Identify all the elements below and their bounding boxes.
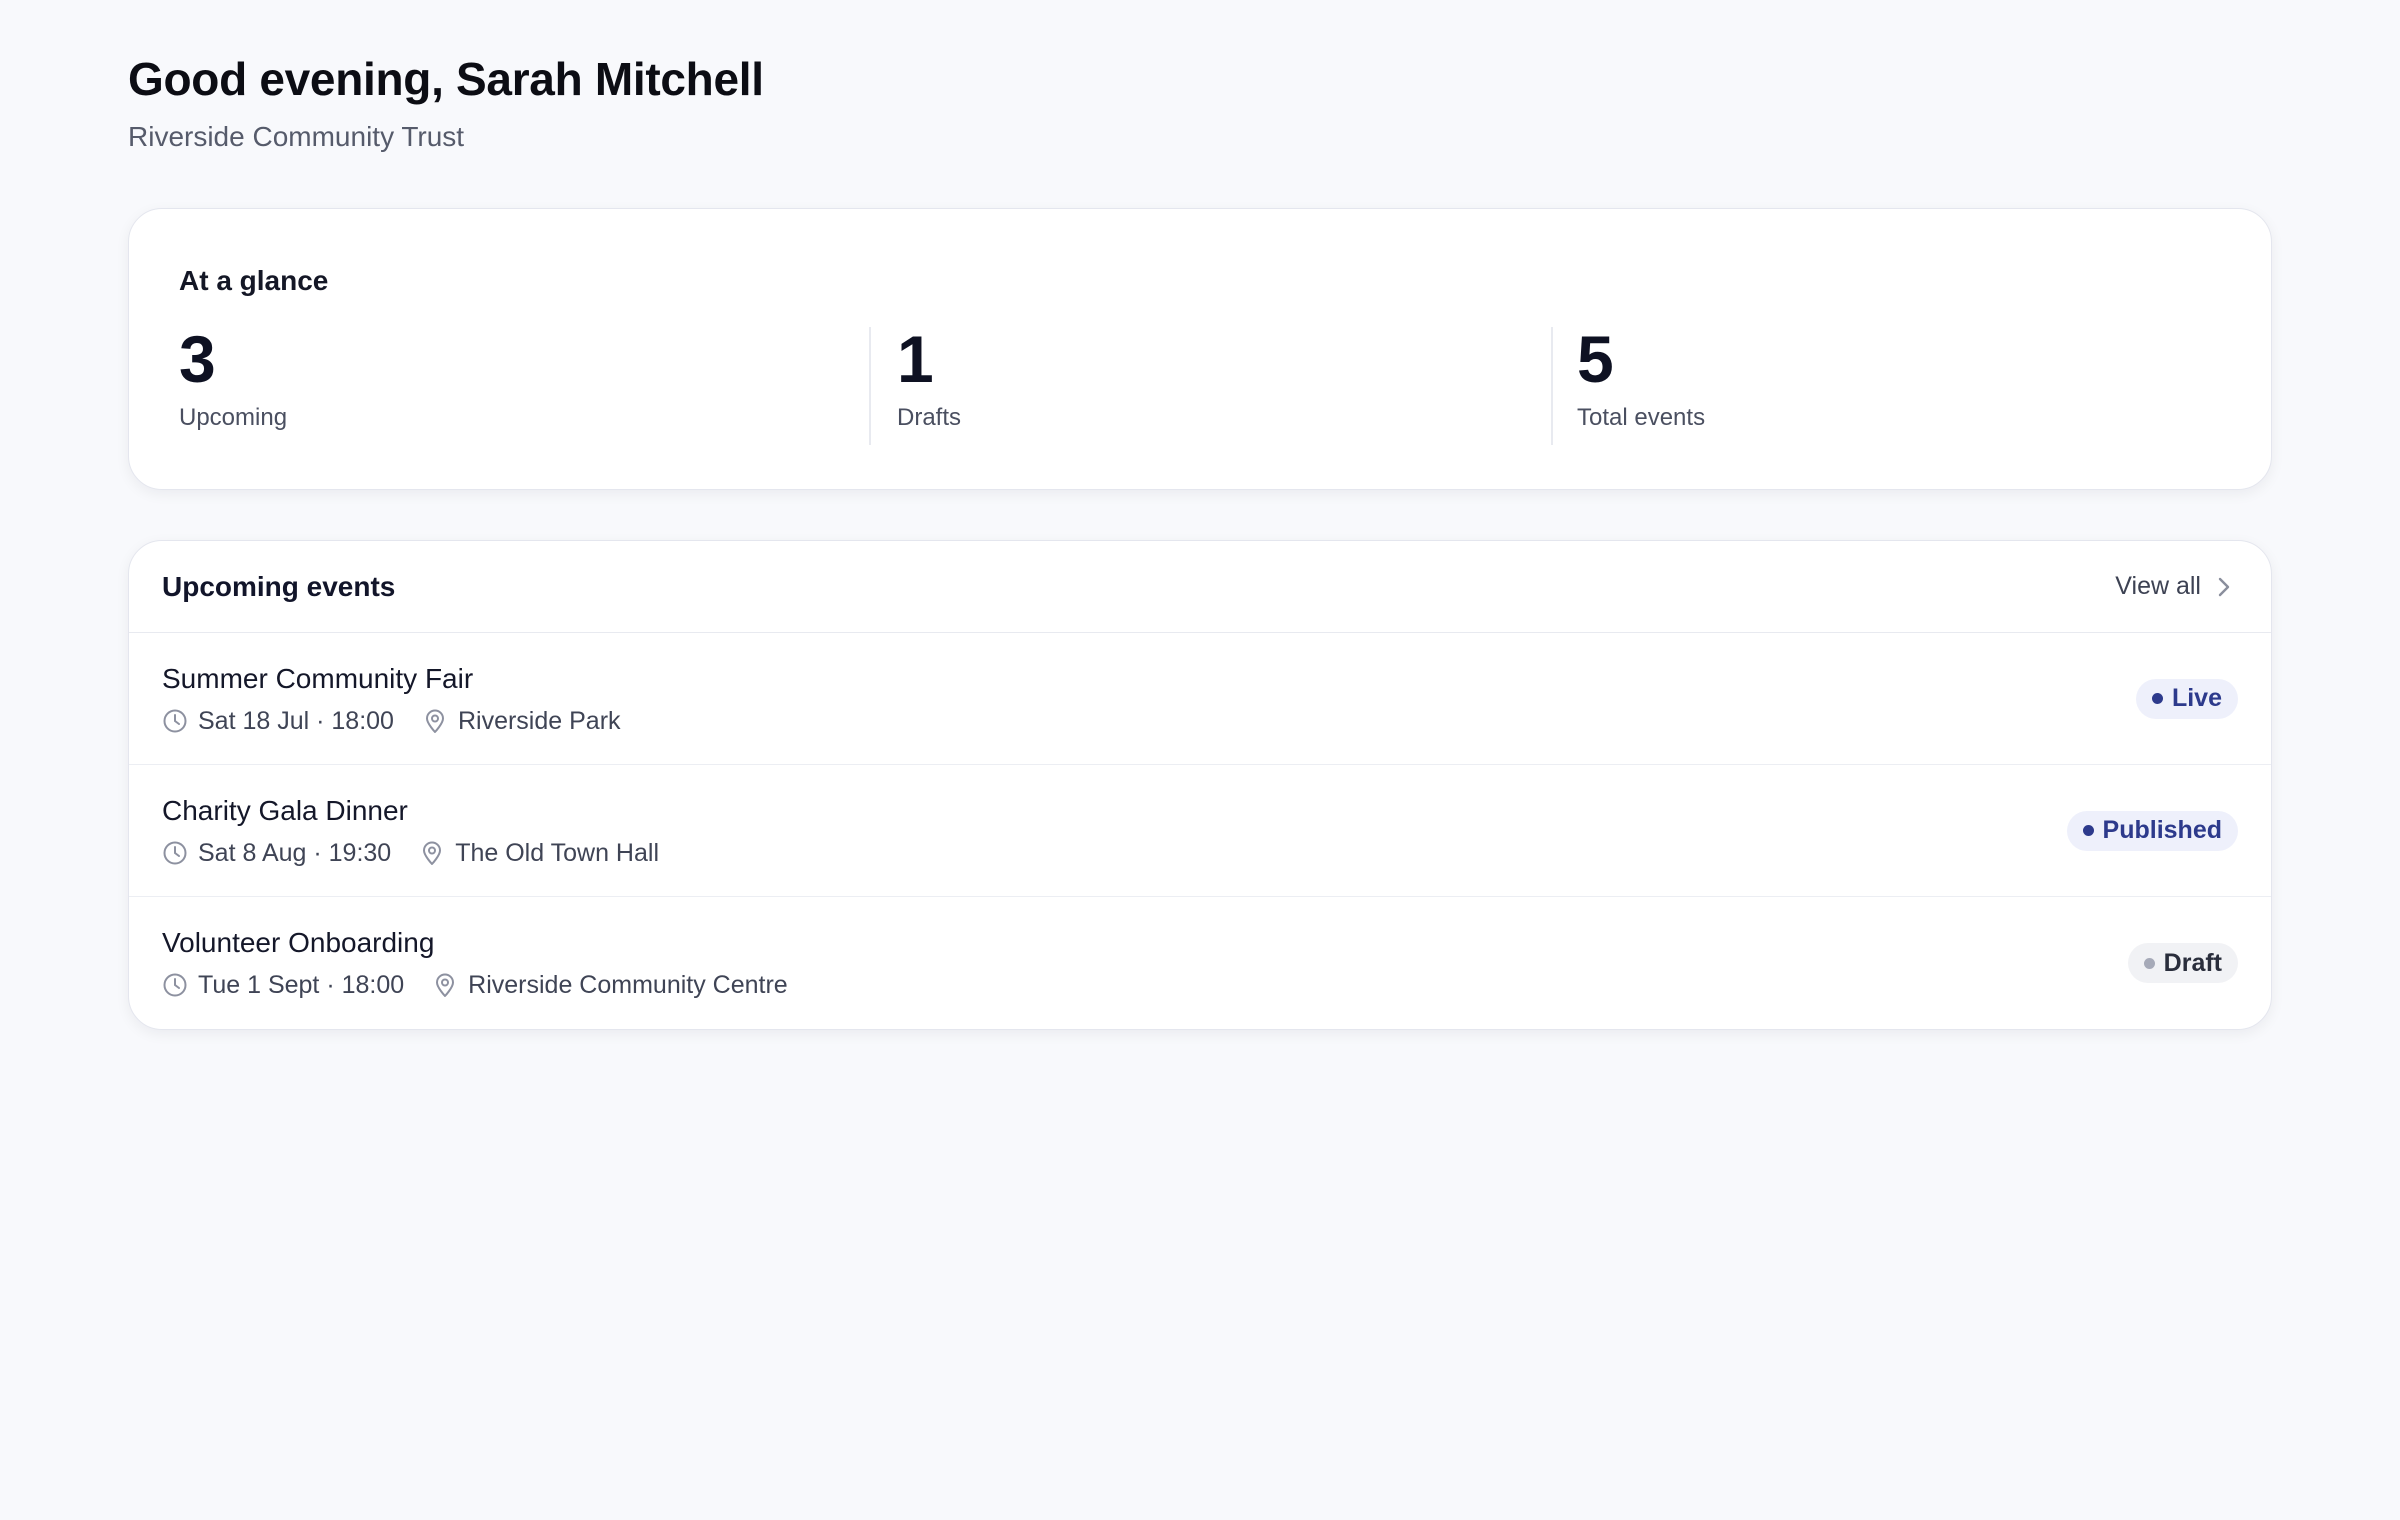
event-name: Charity Gala Dinner [162, 794, 408, 826]
event-location: Riverside Community Centre [432, 970, 788, 1000]
view-all-label: View all [2115, 572, 2201, 600]
upcoming-events-card: Upcoming events View all Summer Communit… [128, 540, 2272, 1030]
stat-total-events: 5 Total events [1551, 322, 1706, 445]
clock-icon [163, 709, 187, 732]
status-label: Draft [2163, 948, 2222, 977]
status-badge: Live [2135, 678, 2238, 719]
event-datetime-text: Sat 8 Aug · 19:30 [198, 838, 392, 867]
stat-total-events-value: 5 [1577, 322, 1614, 396]
at-a-glance-title: At a glance [179, 265, 329, 296]
event-row[interactable]: Volunteer Onboarding Tue 1 Sept · 18:00 … [129, 897, 2271, 1029]
event-location: The Old Town Hall [419, 838, 659, 868]
upcoming-events-header: Upcoming events View all [129, 541, 2271, 633]
view-all-link[interactable]: View all [2115, 572, 2231, 601]
stat-upcoming-value: 3 [179, 322, 216, 396]
event-row[interactable]: Charity Gala Dinner Sat 8 Aug · 19:30 Th… [129, 765, 2271, 897]
upcoming-events-title: Upcoming events [162, 570, 396, 602]
status-label: Live [2171, 684, 2222, 712]
stat-upcoming: 3 Upcoming [179, 321, 287, 431]
event-name: Volunteer Onboarding [162, 927, 435, 958]
event-location: Riverside Park [422, 706, 621, 736]
stat-drafts: 1 Drafts [869, 322, 962, 445]
event-meta: Sat 8 Aug · 19:30 The Old Town Hall [162, 838, 687, 868]
event-meta: Tue 1 Sept · 18:00 Riverside Community C… [162, 970, 816, 1000]
at-a-glance-card: At a glance 3 Upcoming 1 Drafts 5 Total … [128, 208, 2272, 490]
map-pin-icon [425, 709, 444, 733]
organisation-name: Riverside Community Trust [128, 121, 465, 152]
event-location-text: The Old Town Hall [455, 838, 659, 867]
event-meta: Sat 18 Jul · 18:00 Riverside Park [162, 706, 649, 736]
event-datetime-text: Sat 18 Jul · 18:00 [198, 706, 394, 735]
event-info: Charity Gala Dinner Sat 8 Aug · 19:30 Th… [162, 794, 687, 868]
event-datetime: Tue 1 Sept · 18:00 [162, 970, 404, 1000]
map-pin-icon [436, 973, 455, 997]
map-pin-icon [423, 841, 442, 865]
event-datetime: Sat 18 Jul · 18:00 [162, 706, 394, 736]
chevron-right-icon [2218, 577, 2230, 596]
status-dot [2143, 957, 2155, 969]
clock-icon [163, 841, 187, 864]
status-badge: Draft [2127, 943, 2238, 983]
event-info: Summer Community Fair Sat 18 Jul · 18:00… [162, 662, 649, 736]
event-location-text: Riverside Community Centre [468, 971, 788, 999]
dashboard-page: Good evening, Sarah Mitchell Riverside C… [128, 52, 2272, 1030]
status-dot [2082, 825, 2094, 836]
status-badge: Published [2066, 810, 2238, 851]
event-datetime: Sat 8 Aug · 19:30 [162, 838, 391, 868]
greeting-heading: Good evening, Sarah Mitchell [128, 53, 764, 105]
stat-total-events-label: Total events [1577, 404, 1706, 431]
status-dot [2151, 693, 2163, 704]
stat-drafts-label: Drafts [897, 404, 962, 431]
stat-drafts-value: 1 [897, 322, 934, 396]
event-name: Summer Community Fair [162, 662, 474, 694]
event-location-text: Riverside Park [457, 706, 621, 735]
event-info: Volunteer Onboarding Tue 1 Sept · 18:00 … [162, 926, 816, 1000]
status-label: Published [2102, 816, 2222, 844]
event-row[interactable]: Summer Community Fair Sat 18 Jul · 18:00… [129, 633, 2271, 765]
event-datetime-text: Tue 1 Sept · 18:00 [198, 971, 405, 999]
clock-icon [163, 973, 187, 997]
stat-upcoming-label: Upcoming [179, 404, 288, 431]
